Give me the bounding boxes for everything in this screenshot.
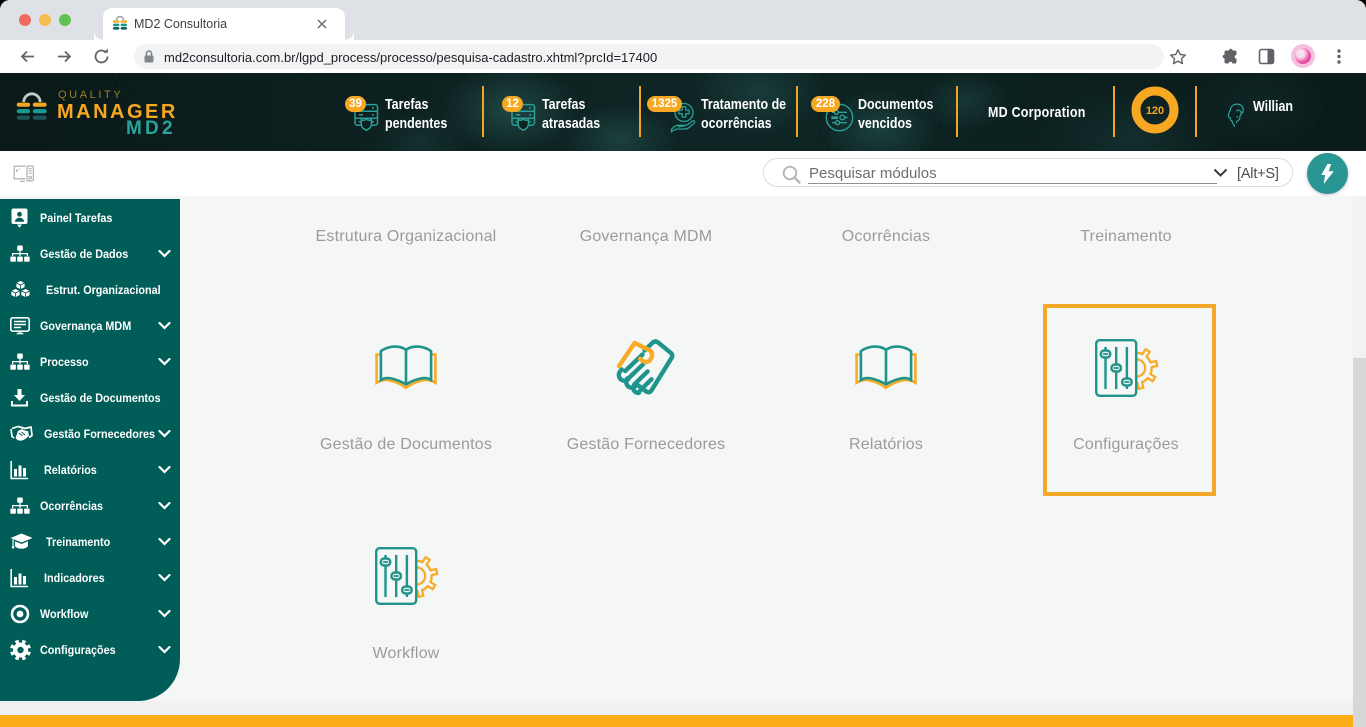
svg-text:120: 120 [1146,105,1164,117]
